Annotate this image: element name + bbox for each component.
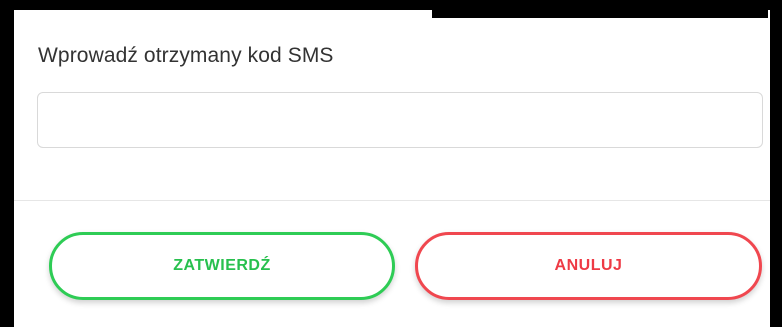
screenshot-frame-left <box>0 0 14 327</box>
sms-code-label: Wprowadź otrzymany kod SMS <box>38 44 334 67</box>
dialog-divider <box>14 200 770 201</box>
screenshot-frame-top-notch <box>432 10 768 18</box>
sms-code-dialog: Wprowadź otrzymany kod SMS ZATWIERDŹ ANU… <box>14 10 770 327</box>
screenshot-frame-right <box>770 0 782 327</box>
screenshot-frame-top <box>0 0 782 10</box>
cancel-button[interactable]: ANULUJ <box>415 232 762 300</box>
sms-code-input[interactable] <box>37 92 763 148</box>
confirm-button[interactable]: ZATWIERDŹ <box>49 232 395 300</box>
